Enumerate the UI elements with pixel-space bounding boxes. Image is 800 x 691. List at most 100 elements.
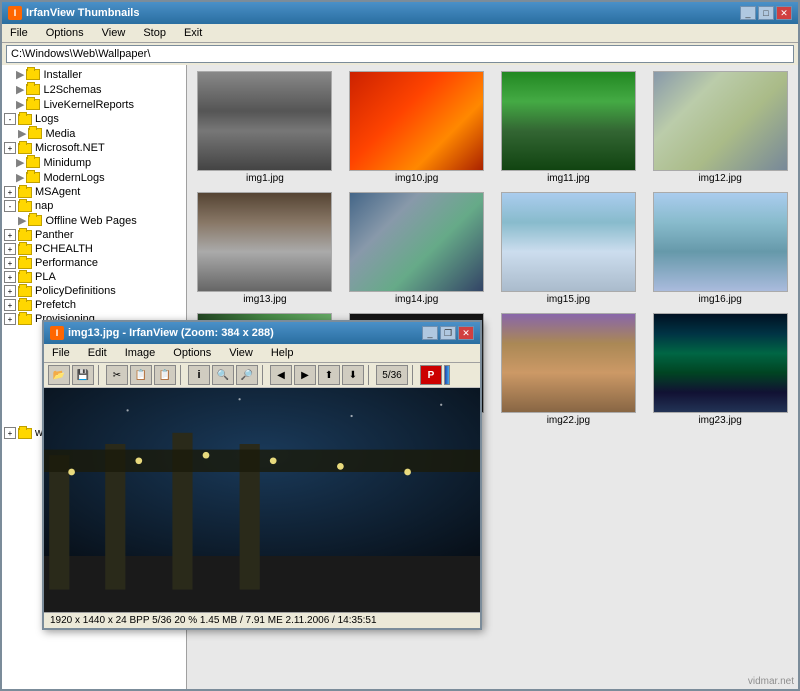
expand-icon[interactable]: - — [4, 113, 16, 125]
folder-icon — [18, 201, 32, 212]
tree-item-installer[interactable]: ▶ Installer — [4, 67, 184, 82]
expand-icon[interactable]: + — [4, 142, 16, 154]
tree-item-logs[interactable]: - Logs — [4, 112, 184, 126]
app-icon: I — [8, 6, 22, 20]
thumb-img1[interactable]: img1.jpg — [191, 69, 339, 186]
tree-item-livekernelreports[interactable]: ▶ LiveKernelReports — [4, 97, 184, 112]
expand-icon[interactable]: + — [4, 271, 16, 283]
popup-menu-options[interactable]: Options — [169, 346, 215, 360]
thumb-img12[interactable]: img12.jpg — [646, 69, 794, 186]
expand-icon[interactable]: - — [4, 200, 16, 212]
expand-icon[interactable]: + — [4, 243, 16, 255]
tb-zoomout[interactable]: 🔎 — [236, 365, 258, 385]
thumb-img11[interactable]: img11.jpg — [495, 69, 643, 186]
tb-prev[interactable]: ◀ — [270, 365, 292, 385]
popup-restore-button[interactable]: ❐ — [440, 326, 456, 340]
tb-info[interactable]: i — [188, 365, 210, 385]
menu-file[interactable]: File — [6, 26, 32, 40]
popup-menu-file[interactable]: File — [48, 346, 74, 360]
popup-minimize-button[interactable]: _ — [422, 326, 438, 340]
tree-item-pchealth[interactable]: + PCHEALTH — [4, 242, 184, 256]
popup-menu-help[interactable]: Help — [267, 346, 298, 360]
popup-menu-edit[interactable]: Edit — [84, 346, 111, 360]
expand-icon[interactable]: + — [4, 257, 16, 269]
tree-label: L2Schemas — [43, 84, 101, 96]
tree-item-modernlogs[interactable]: ▶ ModernLogs — [4, 170, 184, 185]
tree-item-nap[interactable]: - nap — [4, 199, 184, 213]
minimize-button[interactable]: _ — [740, 6, 756, 20]
tb-zoomin[interactable]: 🔍 — [212, 365, 234, 385]
tb-p[interactable]: P — [420, 365, 442, 385]
main-menu-bar: File Options View Stop Exit — [2, 24, 798, 43]
main-window: I IrfanView Thumbnails _ □ ✕ File Option… — [0, 0, 800, 691]
tb-next[interactable]: ▶ — [294, 365, 316, 385]
thumb-img23[interactable]: img23.jpg — [646, 311, 794, 428]
tree-item-policydefinitions[interactable]: + PolicyDefinitions — [4, 284, 184, 298]
thumbnail-image — [501, 313, 636, 413]
popup-close-button[interactable]: ✕ — [458, 326, 474, 340]
tree-item-prefetch[interactable]: + Prefetch — [4, 298, 184, 312]
tree-label: ModernLogs — [43, 172, 104, 184]
popup-menu-bar: File Edit Image Options View Help — [44, 344, 480, 363]
menu-exit[interactable]: Exit — [180, 26, 206, 40]
tree-item-minidump[interactable]: ▶ Minidump — [4, 155, 184, 170]
expand-icon[interactable]: + — [4, 229, 16, 241]
thumbnail-image — [501, 71, 636, 171]
folder-icon — [18, 314, 32, 325]
menu-options[interactable]: Options — [42, 26, 88, 40]
folder-icon — [18, 244, 32, 255]
popup-menu-view[interactable]: View — [225, 346, 257, 360]
popup-image-display[interactable] — [44, 388, 480, 612]
close-button[interactable]: ✕ — [776, 6, 792, 20]
menu-stop[interactable]: Stop — [139, 26, 170, 40]
expand-icon[interactable]: + — [4, 313, 16, 325]
expand-icon[interactable]: + — [4, 186, 16, 198]
thumb-label: img23.jpg — [698, 415, 741, 426]
tb-counter: 5/36 — [376, 365, 408, 385]
folder-icon — [26, 84, 40, 95]
thumb-img16[interactable]: img16.jpg — [646, 190, 794, 307]
thumb-img13[interactable]: img13.jpg — [191, 190, 339, 307]
tree-item-msagent[interactable]: + MSAgent — [4, 185, 184, 199]
tree-item-pla[interactable]: + PLA — [4, 270, 184, 284]
tb-up[interactable]: ⬆ — [318, 365, 340, 385]
expand-icon[interactable]: + — [4, 427, 16, 439]
address-path: C:\Windows\Web\Wallpaper\ — [11, 48, 150, 60]
tb-paste[interactable]: 📋 — [154, 365, 176, 385]
tb-accent — [444, 365, 450, 385]
menu-view[interactable]: View — [98, 26, 130, 40]
thumbnail-image — [197, 192, 332, 292]
tb-down[interactable]: ⬇ — [342, 365, 364, 385]
folder-icon — [26, 157, 40, 168]
tree-item-microsoftnet[interactable]: + Microsoft.NET — [4, 141, 184, 155]
folder-icon — [18, 286, 32, 297]
thumbnail-image — [197, 71, 332, 171]
thumb-label: img14.jpg — [395, 294, 438, 305]
tree-label: Installer — [43, 69, 82, 81]
tree-item-offline[interactable]: ▶ Offline Web Pages — [18, 213, 184, 228]
expand-icon[interactable]: + — [4, 299, 16, 311]
tree-item-performance[interactable]: + Performance — [4, 256, 184, 270]
folder-icon — [18, 143, 32, 154]
tb-sep3 — [262, 365, 266, 385]
thumb-img15[interactable]: img15.jpg — [495, 190, 643, 307]
thumb-img10[interactable]: img10.jpg — [343, 69, 491, 186]
expand-icon[interactable]: + — [4, 285, 16, 297]
tree-item-l2schemas[interactable]: ▶ L2Schemas — [4, 82, 184, 97]
tb-copy[interactable]: 📋 — [130, 365, 152, 385]
tb-save[interactable]: 💾 — [72, 365, 94, 385]
tb-open[interactable]: 📂 — [48, 365, 70, 385]
tree-label: Media — [45, 128, 75, 140]
tree-item-media[interactable]: ▶ Media — [18, 126, 184, 141]
tree-item-panther[interactable]: + Panther — [4, 228, 184, 242]
thumbnail-image — [653, 192, 788, 292]
popup-title-text: img13.jpg - IrfanView (Zoom: 384 x 288) — [68, 327, 274, 339]
thumb-img22[interactable]: img22.jpg — [495, 311, 643, 428]
tb-cut[interactable]: ✂ — [106, 365, 128, 385]
popup-menu-image[interactable]: Image — [121, 346, 160, 360]
maximize-button[interactable]: □ — [758, 6, 774, 20]
tb-sep1 — [98, 365, 102, 385]
folder-icon — [18, 114, 32, 125]
tree-label: PCHEALTH — [35, 243, 93, 255]
thumb-img14[interactable]: img14.jpg — [343, 190, 491, 307]
